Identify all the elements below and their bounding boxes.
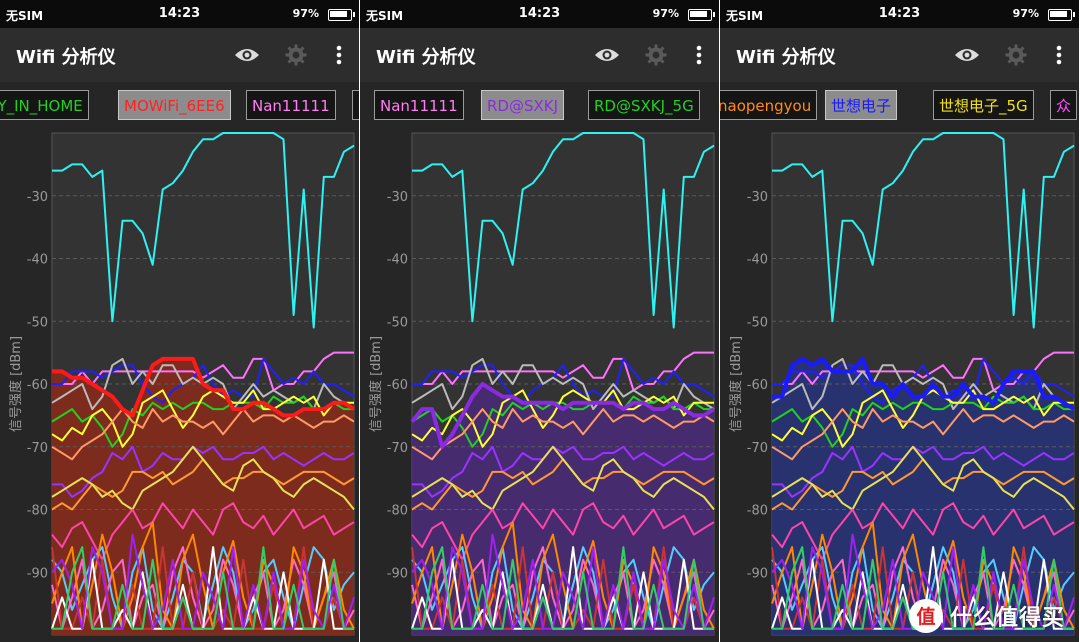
watermark: 值 什么值得买: [908, 598, 1065, 634]
signal-strength-chart: -30 -40 -50 -60 -70 -80 -90 信号强度 [dBm]: [368, 132, 716, 636]
phone-screen-2: 无SIM 14:23 97% Wifi 分析仪 Nan11111 RD@SXKJ…: [360, 0, 719, 642]
app-toolbar: Wifi 分析仪: [720, 28, 1079, 82]
y-tick-label: -80: [747, 504, 768, 519]
phone-screen-1: 无SIM 14:23 97% Wifi 分析仪 RY_IN_HOME MOWiF…: [0, 0, 359, 642]
more-vert-icon[interactable]: [684, 40, 714, 70]
more-vert-icon[interactable]: [324, 40, 354, 70]
signal-strength-chart: -30 -40 -50 -60 -70 -80 -90 信号强度 [dBm]: [8, 132, 356, 636]
y-axis-label: 信号强度 [dBm]: [728, 336, 744, 432]
battery-icon: [1048, 9, 1075, 21]
y-tick-label: -30: [387, 190, 408, 205]
y-tick-label: -40: [747, 253, 768, 268]
eye-icon[interactable]: [232, 40, 262, 70]
app-toolbar: Wifi 分析仪: [0, 28, 359, 82]
battery-icon: [688, 9, 715, 21]
network-chip-bar: RY_IN_HOME MOWiFi_6EE6 Nan11111: [0, 85, 359, 127]
y-tick-label: -80: [27, 504, 48, 519]
app-title: Wifi 分析仪: [16, 47, 116, 68]
network-chip[interactable]: naopengyou: [720, 90, 818, 120]
battery-percent: 97%: [292, 7, 319, 20]
network-chip[interactable]: RD@SXKJ_5G: [588, 90, 700, 120]
network-chip[interactable]: Nan11111: [246, 90, 336, 120]
status-bar: 无SIM 14:23 97%: [720, 0, 1079, 28]
gear-icon[interactable]: [281, 40, 311, 70]
status-bar: 无SIM 14:23 97%: [0, 0, 359, 28]
network-chip[interactable]: [352, 90, 359, 120]
gear-icon[interactable]: [1001, 40, 1031, 70]
network-chip-bar: naopengyou 世想电子 世想电子_5G 众: [720, 85, 1079, 127]
y-tick-label: -70: [747, 441, 768, 456]
network-chip[interactable]: 世想电子_5G: [933, 90, 1034, 120]
network-chip[interactable]: 世想电子: [825, 90, 898, 120]
app-toolbar: Wifi 分析仪: [360, 28, 719, 82]
y-tick-label: -40: [387, 253, 408, 268]
network-chip[interactable]: Nan11111: [374, 90, 464, 120]
y-tick-label: -90: [747, 566, 768, 581]
y-tick-label: -50: [27, 315, 48, 330]
y-tick-label: -60: [747, 378, 768, 393]
app-title: Wifi 分析仪: [736, 47, 836, 68]
y-tick-label: -90: [387, 566, 408, 581]
eye-icon[interactable]: [952, 40, 982, 70]
y-axis-label: 信号强度 [dBm]: [368, 336, 384, 432]
y-tick-label: -80: [387, 504, 408, 519]
watermark-text: 什么值得买: [950, 606, 1066, 631]
y-tick-label: -50: [387, 315, 408, 330]
y-tick-label: -40: [27, 253, 48, 268]
network-chip-bar: Nan11111 RD@SXKJ RD@SXKJ_5G: [360, 85, 719, 127]
y-tick-label: -70: [27, 441, 48, 456]
y-tick-label: -30: [747, 190, 768, 205]
y-tick-label: -70: [387, 441, 408, 456]
network-chip[interactable]: 众: [1050, 90, 1078, 120]
y-tick-label: -30: [27, 190, 48, 205]
gear-icon[interactable]: [641, 40, 671, 70]
signal-strength-chart: -30 -40 -50 -60 -70 -80 -90 信号强度 [dBm]: [728, 132, 1076, 636]
battery-percent: 97%: [1012, 7, 1039, 20]
status-bar: 无SIM 14:23 97%: [360, 0, 719, 28]
watermark-logo-icon: 值: [909, 599, 943, 633]
y-tick-label: -50: [747, 315, 768, 330]
y-tick-label: -90: [27, 566, 48, 581]
y-tick-label: -60: [27, 378, 48, 393]
y-axis-label: 信号强度 [dBm]: [8, 336, 24, 432]
network-chip[interactable]: MOWiFi_6EE6: [118, 90, 231, 120]
eye-icon[interactable]: [592, 40, 622, 70]
app-title: Wifi 分析仪: [376, 47, 476, 68]
battery-icon: [328, 9, 355, 21]
y-tick-label: -60: [387, 378, 408, 393]
phone-screen-3: 无SIM 14:23 97% Wifi 分析仪 naopengyou 世想电子 …: [720, 0, 1079, 642]
network-chip[interactable]: RD@SXKJ: [481, 90, 565, 120]
more-vert-icon[interactable]: [1044, 40, 1074, 70]
watermark-logo-text: 值: [916, 605, 935, 628]
battery-percent: 97%: [652, 7, 679, 20]
network-chip[interactable]: RY_IN_HOME: [0, 90, 89, 120]
